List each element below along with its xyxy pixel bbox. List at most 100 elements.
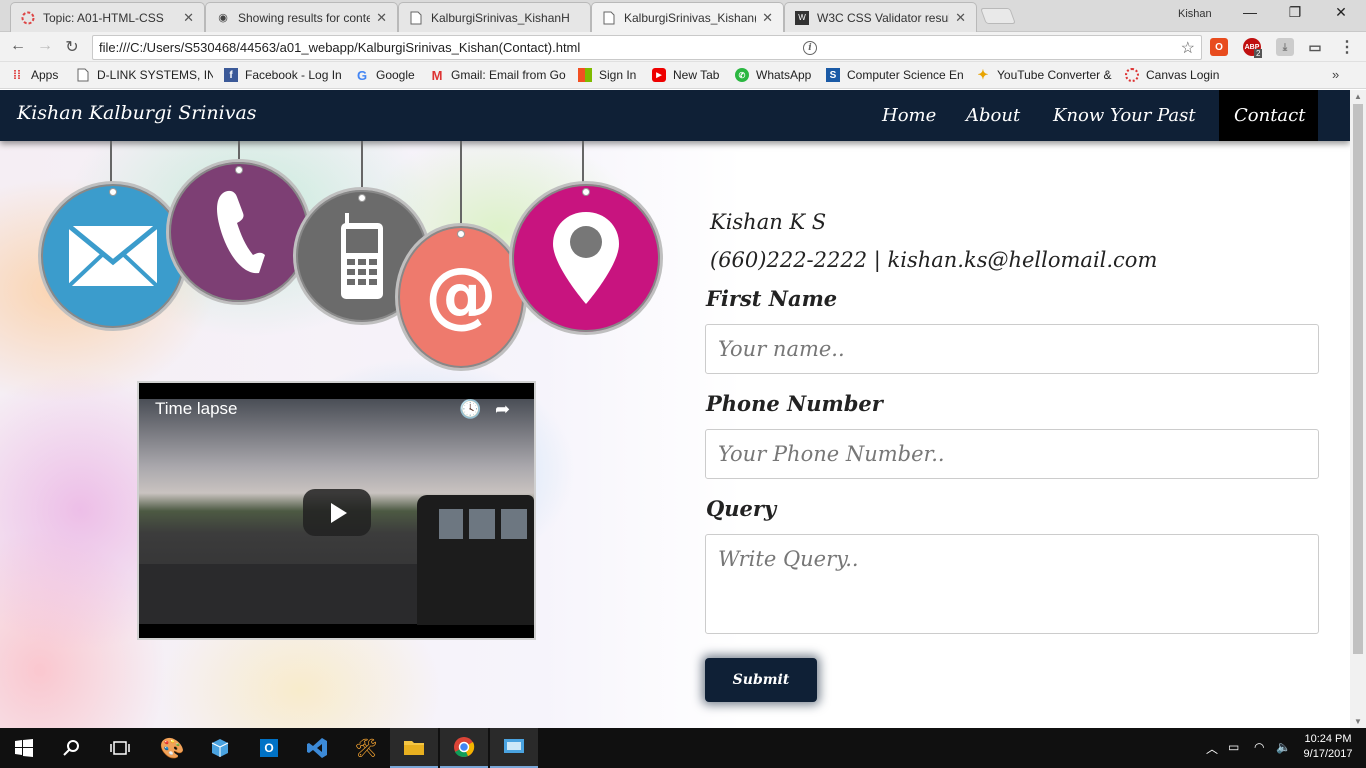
back-icon[interactable]: ←: [8, 37, 28, 55]
bookmark-cs[interactable]: S Computer Science En: [826, 68, 964, 82]
bookmark-facebook[interactable]: f Facebook - Log In: [224, 68, 344, 82]
bookmark-label: Computer Science En: [847, 68, 964, 82]
clock-date: 9/17/2017: [1303, 748, 1353, 760]
svg-text:@: @: [425, 257, 497, 336]
submit-button[interactable]: Submit: [705, 658, 817, 702]
location-pin-icon: [509, 181, 663, 335]
reload-icon[interactable]: ↻: [62, 37, 82, 57]
scroll-up-icon[interactable]: ▲: [1354, 92, 1362, 101]
more-bookmarks-icon[interactable]: »: [1332, 67, 1339, 82]
bookmark-label: Gmail: Email from Go: [451, 68, 566, 82]
submit-label: Submit: [732, 672, 790, 688]
close-icon[interactable]: ✕: [762, 10, 773, 26]
close-icon[interactable]: ✕: [183, 10, 194, 26]
bookmark-whatsapp[interactable]: ✆ WhatsApp: [735, 68, 817, 82]
apps-icon: ⁞⁞: [13, 68, 21, 82]
bookmark-ytconverter[interactable]: ✦ YouTube Converter &: [976, 68, 1115, 82]
watch-later-icon[interactable]: 🕓: [459, 399, 481, 420]
page-scrollbar[interactable]: ▲ ▼: [1350, 90, 1366, 728]
file-explorer-icon[interactable]: [390, 728, 438, 768]
volume-icon[interactable]: 🔈: [1276, 740, 1291, 754]
bookmark-dlink[interactable]: D-LINK SYSTEMS, INC: [76, 68, 213, 82]
close-icon[interactable]: ✕: [955, 10, 966, 26]
browser-tab-active[interactable]: KalburgiSrinivas_Kishan(A ✕: [591, 2, 784, 33]
browser-tab[interactable]: ◉ Showing results for conte ✕: [205, 2, 398, 32]
page-icon: [602, 11, 616, 25]
bookmark-signin[interactable]: Sign In: [578, 68, 643, 82]
query-placeholder: Write Query..: [718, 547, 859, 571]
system-clock[interactable]: 10:24 PM 9/17/2017: [1298, 732, 1358, 762]
s-icon: S: [826, 68, 840, 82]
menu-icon[interactable]: ⋮: [1338, 38, 1356, 56]
search-icon[interactable]: [48, 728, 96, 768]
minimize-icon[interactable]: —: [1240, 4, 1260, 20]
query-textarea[interactable]: Write Query..: [705, 534, 1319, 634]
tray-expand-icon[interactable]: ︿: [1206, 740, 1218, 757]
scrollbar-thumb[interactable]: [1353, 104, 1363, 654]
nav-about[interactable]: About: [951, 90, 1035, 141]
browser-tab[interactable]: Topic: A01-HTML-CSS ✕: [10, 2, 205, 32]
bookmark-newtab[interactable]: ▶ New Tab: [652, 68, 726, 82]
pdf-icon[interactable]: ⤓: [1276, 38, 1294, 56]
remote-desktop-icon[interactable]: [490, 728, 538, 768]
new-tab-button[interactable]: [980, 8, 1016, 24]
outlook-icon[interactable]: O: [245, 728, 293, 768]
play-icon: [331, 502, 347, 523]
canvas-icon: [1125, 68, 1139, 82]
mail-icon: [38, 181, 188, 331]
gmail-icon: M: [431, 68, 443, 82]
info-icon[interactable]: i: [803, 40, 817, 55]
start-button[interactable]: [0, 728, 48, 768]
cast-icon[interactable]: ▭: [1306, 38, 1324, 56]
contact-name: Kishan K S: [710, 210, 827, 234]
tool-app-icon[interactable]: 🛠: [342, 728, 390, 768]
windows-icon: [15, 739, 33, 757]
chrome-icon[interactable]: [440, 728, 488, 768]
nav-contact[interactable]: Contact: [1219, 90, 1318, 141]
address-bar[interactable]: i file:///C:/Users/S530468/44563/a01_web…: [92, 35, 1202, 60]
url-text[interactable]: file:///C:/Users/S530468/44563/a01_webap…: [99, 40, 580, 55]
bookmark-label: Facebook - Log In: [245, 68, 342, 82]
phone-number-label: Phone Number: [706, 391, 883, 416]
nav-know-your-past[interactable]: Know Your Past: [1038, 90, 1211, 141]
loading-icon: [21, 11, 35, 25]
task-view-icon[interactable]: [96, 728, 144, 768]
browser-tab[interactable]: W W3C CSS Validator result ✕: [784, 2, 977, 32]
close-icon[interactable]: ✕: [376, 10, 387, 26]
scroll-down-icon[interactable]: ▼: [1354, 717, 1362, 726]
nav-home[interactable]: Home: [867, 90, 951, 141]
owl-icon: ◉: [218, 12, 228, 24]
phone-number-placeholder: Your Phone Number..: [718, 442, 945, 466]
first-name-placeholder: Your name..: [718, 337, 845, 361]
phone-icon: [166, 159, 312, 305]
profile-name[interactable]: Kishan: [1178, 8, 1212, 20]
bookmark-label: Sign In: [599, 68, 637, 82]
phone-number-input[interactable]: Your Phone Number..: [705, 429, 1319, 479]
3d-builder-icon[interactable]: [196, 728, 244, 768]
bookmark-star-icon[interactable]: ☆: [1181, 38, 1195, 58]
video-title[interactable]: Time lapse: [155, 399, 238, 419]
site-brand[interactable]: Kishan Kalburgi Srinivas: [17, 102, 257, 124]
window-close-icon[interactable]: ✕: [1331, 4, 1351, 21]
video-player[interactable]: Time lapse 🕓 ➦: [137, 381, 536, 640]
forward-icon[interactable]: →: [35, 37, 55, 55]
bookmark-canvas[interactable]: Canvas Login: [1125, 68, 1225, 82]
w3c-icon: W: [795, 10, 809, 25]
bookmark-apps[interactable]: ⁞⁞ Apps: [10, 68, 70, 82]
visual-studio-icon[interactable]: [293, 728, 341, 768]
bookmark-google[interactable]: G Google: [355, 68, 420, 82]
battery-icon[interactable]: ▭: [1228, 740, 1239, 754]
bookmark-label: WhatsApp: [756, 68, 812, 82]
share-icon[interactable]: ➦: [495, 399, 510, 420]
wifi-icon[interactable]: ◠: [1254, 740, 1264, 754]
google-icon: G: [356, 68, 368, 82]
play-button[interactable]: [303, 489, 371, 536]
tab-title: W3C CSS Validator result: [817, 10, 950, 25]
bookmark-gmail[interactable]: M Gmail: Email from Go: [430, 68, 566, 82]
paint-icon[interactable]: 🎨: [148, 728, 196, 768]
clock-time: 10:24 PM: [1304, 733, 1352, 745]
restore-icon[interactable]: ❐: [1285, 4, 1305, 21]
first-name-input[interactable]: Your name..: [705, 324, 1319, 374]
browser-tab[interactable]: KalburgiSrinivas_KishanH: [398, 2, 591, 32]
office-icon[interactable]: O: [1210, 38, 1228, 56]
